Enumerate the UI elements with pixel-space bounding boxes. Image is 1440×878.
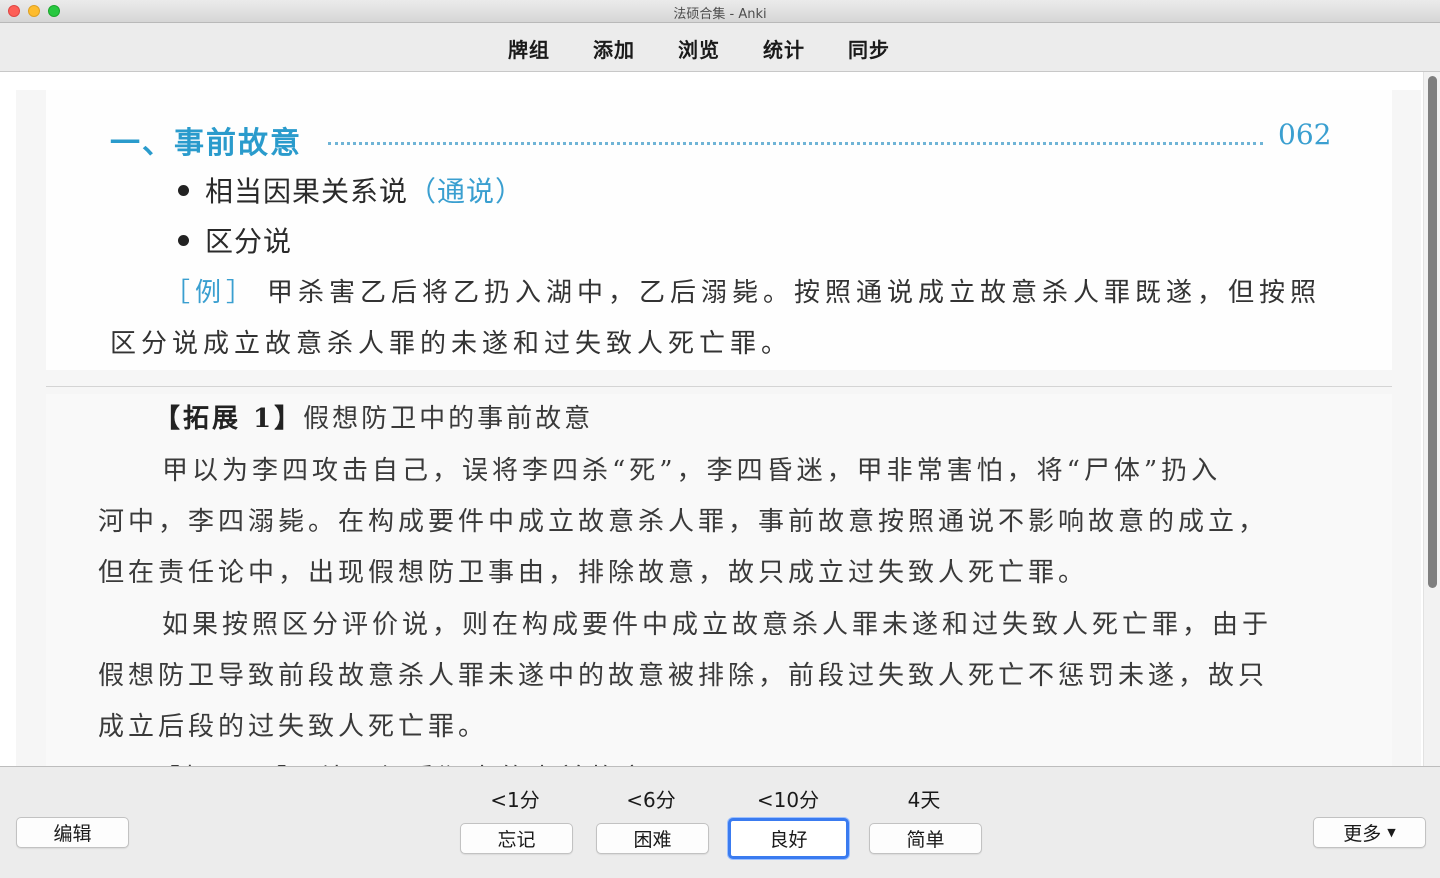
easy-button[interactable]: 简单 bbox=[869, 823, 982, 854]
paragraph-line-5: 假想防卫导致前段故意杀人罪未遂中的故意被排除，前段过失致人死亡不惩罚未遂，故只 bbox=[98, 661, 1269, 691]
nav-stats[interactable]: 统计 bbox=[763, 34, 805, 63]
example-tag: ［例］ bbox=[164, 278, 258, 308]
bullet-dot-icon bbox=[178, 185, 189, 196]
interval-good: <10分 bbox=[756, 788, 820, 812]
bullet-item-1: 相当因果关系说（通说） bbox=[178, 170, 524, 210]
card-reviewer[interactable]: 一、事前故意 062 相当因果关系说（通说） 区分说 ［例］ 甲杀害乙后将乙扔入湖… bbox=[0, 72, 1440, 766]
bullet-1-note: （通说） bbox=[408, 175, 525, 208]
window-title: 法硕合集 - Anki bbox=[673, 7, 767, 22]
answer-bar: 编辑 <1分 <6分 <10分 4天 忘记 困难 良好 简单 更多 ▼ bbox=[0, 766, 1440, 878]
card-content: 一、事前故意 062 相当因果关系说（通说） 区分说 ［例］ 甲杀害乙后将乙扔入湖… bbox=[16, 90, 1421, 766]
paragraph-line-1: 甲以为李四攻击自己，误将李四杀“死”，李四昏迷，甲非常害怕，将“尸体”扔入 bbox=[162, 456, 1222, 486]
paragraph-line-2: 河中，李四溺毙。在构成要件中成立故意杀人罪，事前故意按照通说不影响故意的成立， bbox=[98, 507, 1269, 537]
dropdown-caret-icon: ▼ bbox=[1387, 826, 1396, 839]
card-image-section-1: 一、事前故意 062 相当因果关系说（通说） 区分说 ［例］ 甲杀害乙后将乙扔入湖… bbox=[46, 90, 1392, 370]
nav-decks[interactable]: 牌组 bbox=[508, 34, 550, 63]
interval-again: <1分 bbox=[490, 788, 540, 812]
extension-title: 【拓展 1】假想防卫中的事前故意 bbox=[154, 398, 593, 435]
top-toolbar: 牌组 添加 浏览 统计 同步 bbox=[0, 23, 1440, 72]
cut-off-line: 【拓展 2】 结果加重犯中的事前故意 bbox=[154, 758, 649, 766]
example-text-1: 甲杀害乙后将乙扔入湖中，乙后溺毙。按照通说成立故意杀人罪既遂，但按照 bbox=[267, 278, 1322, 308]
nav-add[interactable]: 添加 bbox=[593, 34, 635, 63]
bullet-dot-icon bbox=[178, 235, 189, 246]
nav-sync[interactable]: 同步 bbox=[848, 34, 890, 63]
interval-easy: 4天 bbox=[907, 788, 941, 812]
extension-title-text: 假想防卫中的事前故意 bbox=[303, 404, 594, 434]
nav-browse[interactable]: 浏览 bbox=[678, 34, 720, 63]
card-image-section-2: 【拓展 1】假想防卫中的事前故意 甲以为李四攻击自己，误将李四杀“死”，李四昏迷… bbox=[46, 394, 1392, 766]
interval-hard: <6分 bbox=[626, 788, 676, 812]
section-divider bbox=[46, 386, 1392, 387]
main-nav: 牌组 添加 浏览 统计 同步 bbox=[508, 34, 890, 63]
paragraph-line-6: 成立后段的过失致人死亡罪。 bbox=[98, 712, 489, 742]
scrollbar-thumb[interactable] bbox=[1428, 76, 1437, 588]
good-button[interactable]: 良好 bbox=[728, 818, 849, 859]
paragraph-line-4: 如果按照区分评价说，则在构成要件中成立故意杀人罪未遂和过失致人死亡罪，由于 bbox=[162, 610, 1273, 640]
hard-button[interactable]: 困难 bbox=[596, 823, 709, 854]
scrollbar-track[interactable] bbox=[1423, 72, 1440, 766]
example-line-1: ［例］ 甲杀害乙后将乙扔入湖中，乙后溺毙。按照通说成立故意杀人罪既遂，但按照 bbox=[164, 272, 1321, 309]
paragraph-line-3: 但在责任论中，出现假想防卫事由，排除故意，故只成立过失致人死亡罪。 bbox=[98, 558, 1089, 588]
section-heading: 一、事前故意 bbox=[110, 126, 302, 161]
again-button[interactable]: 忘记 bbox=[460, 823, 573, 854]
example-line-2: 区分说成立故意杀人罪的未遂和过失致人死亡罪。 bbox=[110, 329, 793, 359]
extension-tag: 【拓展 1】 bbox=[154, 404, 304, 434]
edit-button[interactable]: 编辑 bbox=[16, 817, 129, 848]
bullet-2-text: 区分说 bbox=[205, 225, 293, 258]
bullet-1-text: 相当因果关系说 bbox=[205, 175, 409, 208]
dotted-leader bbox=[328, 120, 1263, 145]
page-number: 062 bbox=[1278, 118, 1332, 151]
bullet-item-2: 区分说 bbox=[178, 220, 292, 260]
more-label: 更多 bbox=[1343, 823, 1382, 845]
more-button[interactable]: 更多 ▼ bbox=[1313, 817, 1426, 848]
window-titlebar: 法硕合集 - Anki bbox=[0, 0, 1440, 23]
